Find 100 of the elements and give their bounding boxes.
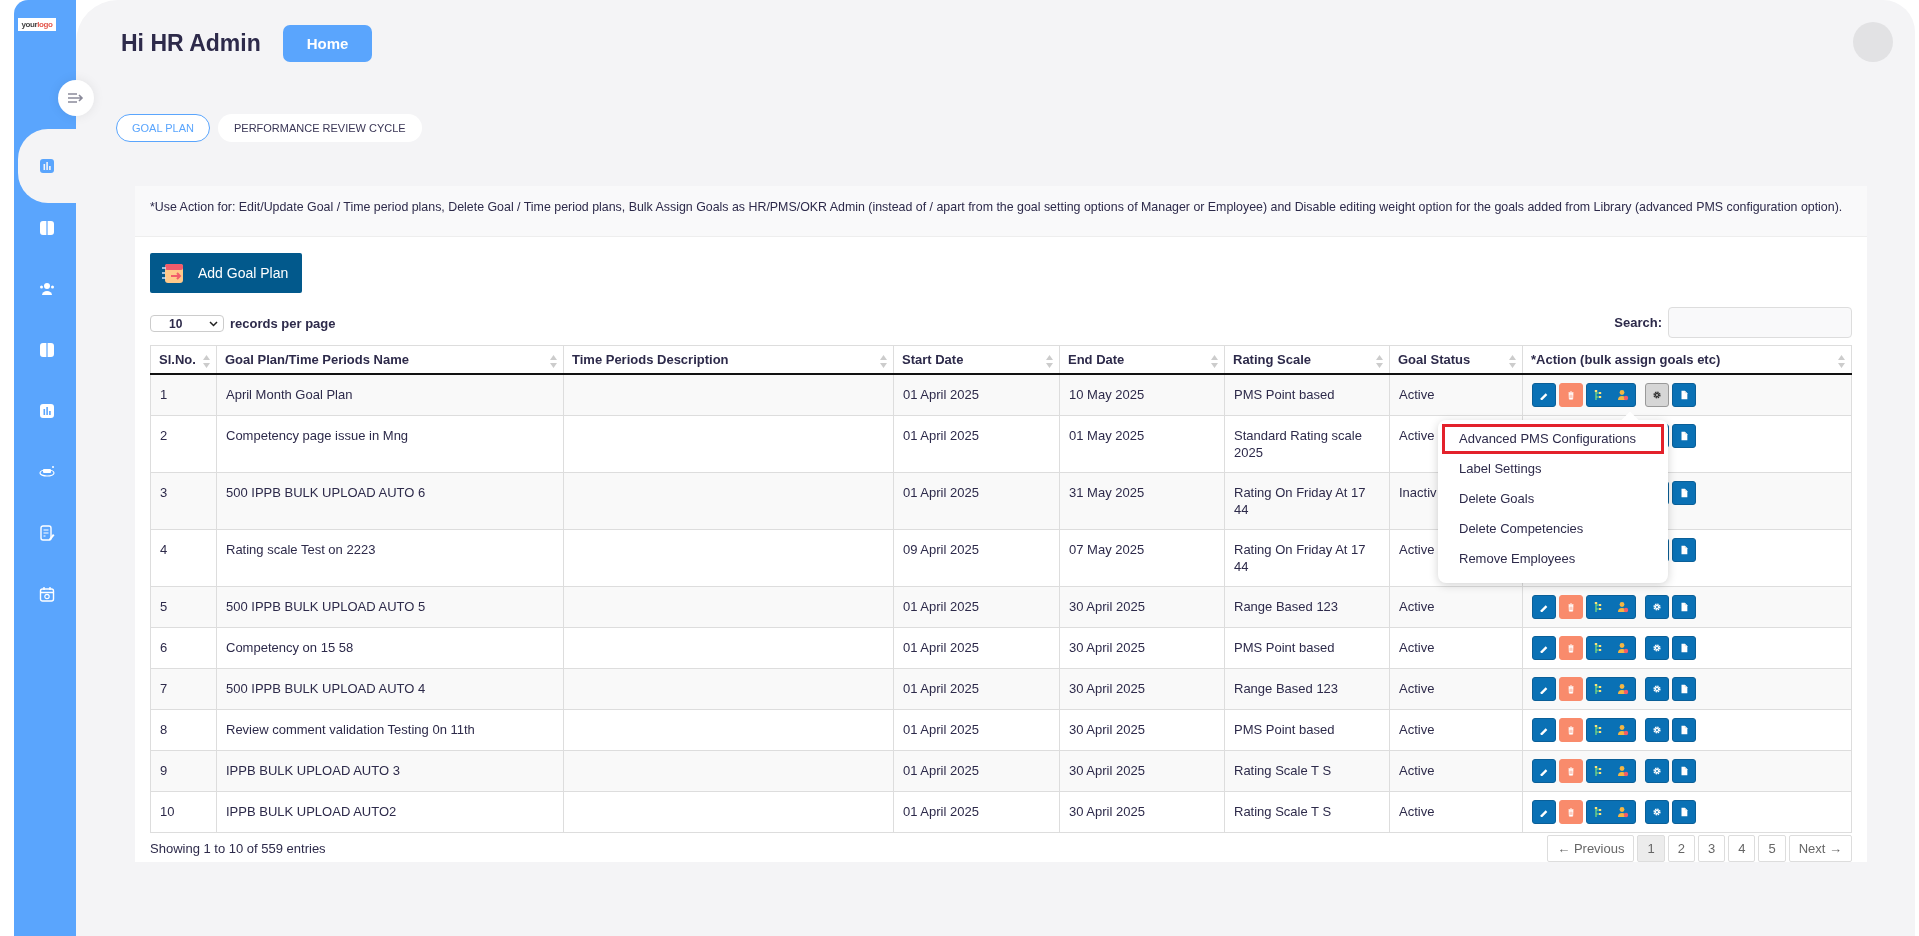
page-button[interactable]: 5 bbox=[1758, 835, 1786, 862]
document-icon bbox=[1679, 429, 1689, 443]
search-field[interactable] bbox=[1668, 307, 1852, 338]
page-size-label: records per page bbox=[230, 316, 336, 331]
sort-icon bbox=[1509, 355, 1516, 368]
table-cell: 6 bbox=[150, 627, 217, 669]
trash-icon bbox=[1566, 600, 1576, 614]
document-button[interactable] bbox=[1672, 595, 1696, 619]
person-icon bbox=[1617, 764, 1629, 778]
settings-button[interactable] bbox=[1645, 718, 1669, 742]
page-button[interactable]: ← Previous bbox=[1547, 835, 1635, 862]
table-cell: Active bbox=[1389, 586, 1523, 628]
table-cell: 30 April 2025 bbox=[1059, 750, 1225, 792]
trash-icon bbox=[1566, 641, 1576, 655]
person-icon bbox=[1617, 723, 1629, 737]
edit-button[interactable] bbox=[1532, 800, 1556, 824]
team-icon bbox=[39, 280, 55, 297]
table-cell: PMS Point based bbox=[1224, 709, 1390, 751]
table-cell: 4 bbox=[150, 529, 217, 587]
settings-icon bbox=[1652, 600, 1662, 614]
page-button[interactable]: 4 bbox=[1728, 835, 1756, 862]
bulk-assign-button[interactable] bbox=[1586, 800, 1636, 824]
table-cell: 01 April 2025 bbox=[893, 415, 1060, 473]
table-cell: Standard Rating scale 2025 bbox=[1224, 415, 1390, 473]
sort-icon bbox=[1211, 355, 1218, 368]
bulk-assign-button[interactable] bbox=[1586, 759, 1636, 783]
table-cell: 01 April 2025 bbox=[893, 627, 1060, 669]
settings-button[interactable] bbox=[1645, 383, 1669, 407]
settings-button[interactable] bbox=[1645, 595, 1669, 619]
document-button[interactable] bbox=[1672, 538, 1696, 562]
sidebar-item[interactable] bbox=[18, 129, 76, 203]
table-cell: Active bbox=[1389, 627, 1523, 669]
table-cell: PMS Point based bbox=[1224, 627, 1390, 669]
table-cell: Active bbox=[1389, 709, 1523, 751]
table-cell: 500 IPPB BULK UPLOAD AUTO 5 bbox=[216, 586, 564, 628]
table-cell: 7 bbox=[150, 668, 217, 710]
table-cell: 8 bbox=[150, 709, 217, 751]
bulk-assign-button[interactable] bbox=[1586, 383, 1636, 407]
table-cell: 30 April 2025 bbox=[1059, 668, 1225, 710]
edit-button[interactable] bbox=[1532, 759, 1556, 783]
table-cell: 01 April 2025 bbox=[893, 668, 1060, 710]
bulk-assign-button[interactable] bbox=[1586, 636, 1636, 660]
page-button[interactable]: Next → bbox=[1788, 835, 1852, 862]
trash-icon bbox=[1566, 805, 1576, 819]
bulk-assign-button[interactable] bbox=[1586, 677, 1636, 701]
add-goal-plan-button[interactable]: Add Goal Plan bbox=[150, 253, 303, 293]
settings-button[interactable] bbox=[1645, 759, 1669, 783]
tab[interactable]: PERFORMANCE REVIEW CYCLE bbox=[217, 114, 422, 142]
chevron-down-icon bbox=[209, 320, 218, 327]
document-button[interactable] bbox=[1672, 383, 1696, 407]
document-icon bbox=[1679, 486, 1689, 500]
document-icon bbox=[1679, 682, 1689, 696]
table-cell: Rating Scale T S bbox=[1224, 750, 1390, 792]
table-cell: 30 April 2025 bbox=[1059, 627, 1225, 669]
collapse-icon bbox=[67, 92, 85, 104]
document-button[interactable] bbox=[1672, 481, 1696, 505]
sort-icon bbox=[1376, 355, 1383, 368]
book-icon bbox=[39, 341, 55, 358]
settings-button[interactable] bbox=[1645, 636, 1669, 660]
edit-button[interactable] bbox=[1532, 718, 1556, 742]
table-cell: 500 IPPB BULK UPLOAD AUTO 6 bbox=[216, 472, 564, 530]
edit-button[interactable] bbox=[1532, 636, 1556, 660]
document-button[interactable] bbox=[1672, 424, 1696, 448]
document-button[interactable] bbox=[1672, 677, 1696, 701]
table-cell: 500 IPPB BULK UPLOAD AUTO 4 bbox=[216, 668, 564, 710]
logo: yourlogo bbox=[18, 18, 56, 31]
table-cell: Active bbox=[1389, 750, 1523, 792]
settings-button[interactable] bbox=[1645, 677, 1669, 701]
edit-button[interactable] bbox=[1532, 677, 1556, 701]
bulk-assign-button[interactable] bbox=[1586, 718, 1636, 742]
table-cell: Range Based 123 bbox=[1224, 668, 1390, 710]
menu-item[interactable]: Advanced PMS Configurations bbox=[1442, 424, 1664, 454]
page-button[interactable]: 2 bbox=[1667, 835, 1695, 862]
document-button[interactable] bbox=[1672, 800, 1696, 824]
sort-icon bbox=[1046, 355, 1053, 368]
page-size-select[interactable]: 10 bbox=[150, 315, 224, 332]
table-cell: 10 bbox=[150, 791, 217, 833]
table-cell: 01 April 2025 bbox=[893, 586, 1060, 628]
document-button[interactable] bbox=[1672, 718, 1696, 742]
table-cell: Rating scale Test on 2223 bbox=[216, 529, 564, 587]
sort-icon bbox=[203, 355, 210, 368]
settings-button[interactable] bbox=[1645, 800, 1669, 824]
collapse-button[interactable] bbox=[58, 80, 94, 116]
document-button[interactable] bbox=[1672, 636, 1696, 660]
table-cell: Active bbox=[1389, 668, 1523, 710]
page-button[interactable]: 3 bbox=[1697, 835, 1726, 862]
document-button[interactable] bbox=[1672, 759, 1696, 783]
settings-icon bbox=[1652, 764, 1662, 778]
table-cell: PMS Point based bbox=[1224, 374, 1390, 416]
person-icon bbox=[1617, 641, 1629, 655]
bulk-assign-button[interactable] bbox=[1586, 595, 1636, 619]
edit-button[interactable] bbox=[1532, 595, 1556, 619]
edit-button[interactable] bbox=[1532, 383, 1556, 407]
table-cell: 10 May 2025 bbox=[1059, 374, 1225, 416]
table-cell: Rating Scale T S bbox=[1224, 791, 1390, 833]
table-cell: IPPB BULK UPLOAD AUTO 3 bbox=[216, 750, 564, 792]
document-icon bbox=[1679, 641, 1689, 655]
usage-note: *Use Action for: Edit/Update Goal / Time period plans, Delete Goal / Time period plans, Bulk Assign Goals as HR/PMS/OKR Admin (instead of / apart from the goal setting options of Manager or Employee) and Disable editing weight option for the goals added from Library (advanced PMS configuration option). bbox=[135, 186, 1867, 237]
table-cell: 30 April 2025 bbox=[1059, 586, 1225, 628]
page-button[interactable]: 1 bbox=[1637, 835, 1665, 862]
